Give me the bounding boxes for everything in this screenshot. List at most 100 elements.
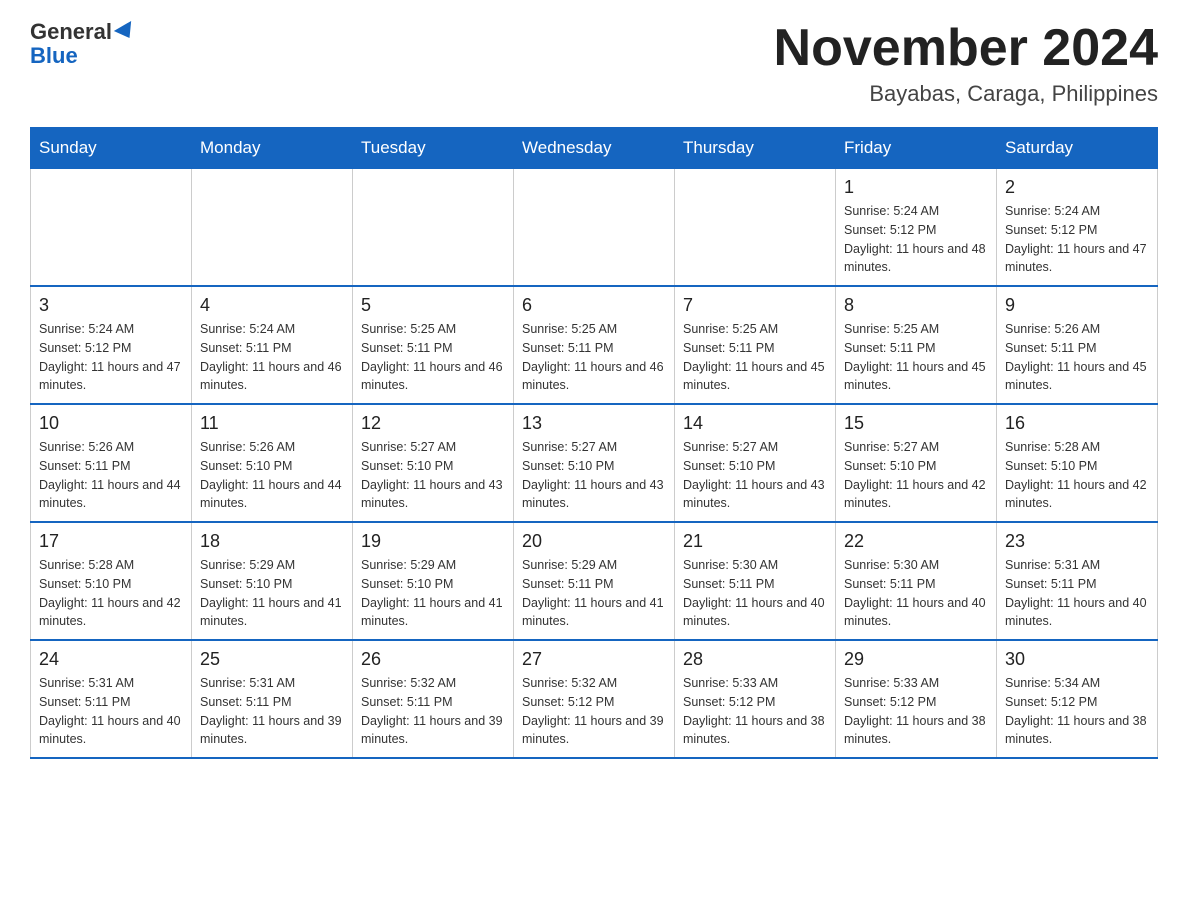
calendar-week-3: 10 Sunrise: 5:26 AM Sunset: 5:11 PM Dayli… — [31, 404, 1158, 522]
day-info: Sunrise: 5:26 AM Sunset: 5:11 PM Dayligh… — [1005, 320, 1149, 395]
logo: General Blue — [30, 20, 136, 68]
day-info: Sunrise: 5:31 AM Sunset: 5:11 PM Dayligh… — [1005, 556, 1149, 631]
calendar-cell: 19 Sunrise: 5:29 AM Sunset: 5:10 PM Dayli… — [353, 522, 514, 640]
calendar-cell: 6Sunrise: 5:25 AM Sunset: 5:11 PM Daylig… — [514, 286, 675, 404]
calendar-cell: 3Sunrise: 5:24 AM Sunset: 5:12 PM Daylig… — [31, 286, 192, 404]
calendar-cell: 26 Sunrise: 5:32 AM Sunset: 5:11 PM Dayli… — [353, 640, 514, 758]
weekday-thursday: Thursday — [675, 128, 836, 169]
calendar-cell: 18 Sunrise: 5:29 AM Sunset: 5:10 PM Dayli… — [192, 522, 353, 640]
day-number: 23 — [1005, 531, 1149, 552]
day-info: Sunrise: 5:29 AM Sunset: 5:11 PM Dayligh… — [522, 556, 666, 631]
logo-blue-text: Blue — [30, 44, 136, 68]
location-text: Bayabas, Caraga, Philippines — [774, 81, 1158, 107]
day-info: Sunrise: 5:29 AM Sunset: 5:10 PM Dayligh… — [361, 556, 505, 631]
calendar-week-2: 3Sunrise: 5:24 AM Sunset: 5:12 PM Daylig… — [31, 286, 1158, 404]
day-info: Sunrise: 5:30 AM Sunset: 5:11 PM Dayligh… — [683, 556, 827, 631]
calendar-cell: 23 Sunrise: 5:31 AM Sunset: 5:11 PM Dayli… — [997, 522, 1158, 640]
calendar-cell: 8Sunrise: 5:25 AM Sunset: 5:11 PM Daylig… — [836, 286, 997, 404]
day-number: 15 — [844, 413, 988, 434]
calendar-cell: 7Sunrise: 5:25 AM Sunset: 5:11 PM Daylig… — [675, 286, 836, 404]
weekday-wednesday: Wednesday — [514, 128, 675, 169]
day-info: Sunrise: 5:30 AM Sunset: 5:11 PM Dayligh… — [844, 556, 988, 631]
day-info: Sunrise: 5:28 AM Sunset: 5:10 PM Dayligh… — [39, 556, 183, 631]
day-number: 18 — [200, 531, 344, 552]
day-number: 16 — [1005, 413, 1149, 434]
calendar-cell: 21Sunrise: 5:30 AM Sunset: 5:11 PM Dayli… — [675, 522, 836, 640]
logo-general-text: General — [30, 20, 112, 44]
title-section: November 2024 Bayabas, Caraga, Philippin… — [774, 20, 1158, 107]
calendar-cell: 9 Sunrise: 5:26 AM Sunset: 5:11 PM Daylig… — [997, 286, 1158, 404]
day-info: Sunrise: 5:25 AM Sunset: 5:11 PM Dayligh… — [361, 320, 505, 395]
day-info: Sunrise: 5:28 AM Sunset: 5:10 PM Dayligh… — [1005, 438, 1149, 513]
calendar-cell — [675, 169, 836, 287]
day-number: 5 — [361, 295, 505, 316]
calendar-cell: 24 Sunrise: 5:31 AM Sunset: 5:11 PM Dayli… — [31, 640, 192, 758]
day-info: Sunrise: 5:26 AM Sunset: 5:10 PM Dayligh… — [200, 438, 344, 513]
calendar-cell: 30 Sunrise: 5:34 AM Sunset: 5:12 PM Dayli… — [997, 640, 1158, 758]
day-number: 17 — [39, 531, 183, 552]
calendar-cell: 28 Sunrise: 5:33 AM Sunset: 5:12 PM Dayli… — [675, 640, 836, 758]
day-number: 19 — [361, 531, 505, 552]
calendar-cell: 17 Sunrise: 5:28 AM Sunset: 5:10 PM Dayli… — [31, 522, 192, 640]
weekday-friday: Friday — [836, 128, 997, 169]
day-number: 26 — [361, 649, 505, 670]
calendar-cell: 27Sunrise: 5:32 AM Sunset: 5:12 PM Dayli… — [514, 640, 675, 758]
day-info: Sunrise: 5:24 AM Sunset: 5:12 PM Dayligh… — [1005, 202, 1149, 277]
day-info: Sunrise: 5:27 AM Sunset: 5:10 PM Dayligh… — [844, 438, 988, 513]
day-number: 2 — [1005, 177, 1149, 198]
day-number: 1 — [844, 177, 988, 198]
weekday-tuesday: Tuesday — [353, 128, 514, 169]
day-number: 4 — [200, 295, 344, 316]
day-info: Sunrise: 5:32 AM Sunset: 5:11 PM Dayligh… — [361, 674, 505, 749]
calendar-table: SundayMondayTuesdayWednesdayThursdayFrid… — [30, 127, 1158, 759]
calendar-cell: 25 Sunrise: 5:31 AM Sunset: 5:11 PM Dayli… — [192, 640, 353, 758]
logo-triangle-icon — [114, 21, 138, 43]
month-title: November 2024 — [774, 20, 1158, 77]
day-number: 9 — [1005, 295, 1149, 316]
day-info: Sunrise: 5:31 AM Sunset: 5:11 PM Dayligh… — [200, 674, 344, 749]
page-header: General Blue November 2024 Bayabas, Cara… — [30, 20, 1158, 107]
day-number: 6 — [522, 295, 666, 316]
calendar-week-4: 17 Sunrise: 5:28 AM Sunset: 5:10 PM Dayli… — [31, 522, 1158, 640]
day-number: 29 — [844, 649, 988, 670]
calendar-cell: 16 Sunrise: 5:28 AM Sunset: 5:10 PM Dayli… — [997, 404, 1158, 522]
calendar-body: 1 Sunrise: 5:24 AM Sunset: 5:12 PM Daylig… — [31, 169, 1158, 759]
calendar-cell — [514, 169, 675, 287]
calendar-cell: 5 Sunrise: 5:25 AM Sunset: 5:11 PM Daylig… — [353, 286, 514, 404]
day-number: 20 — [522, 531, 666, 552]
weekday-sunday: Sunday — [31, 128, 192, 169]
calendar-week-1: 1 Sunrise: 5:24 AM Sunset: 5:12 PM Daylig… — [31, 169, 1158, 287]
calendar-cell — [192, 169, 353, 287]
calendar-cell: 20 Sunrise: 5:29 AM Sunset: 5:11 PM Dayli… — [514, 522, 675, 640]
day-info: Sunrise: 5:25 AM Sunset: 5:11 PM Dayligh… — [844, 320, 988, 395]
calendar-cell: 2 Sunrise: 5:24 AM Sunset: 5:12 PM Daylig… — [997, 169, 1158, 287]
calendar-cell: 4 Sunrise: 5:24 AM Sunset: 5:11 PM Daylig… — [192, 286, 353, 404]
day-info: Sunrise: 5:33 AM Sunset: 5:12 PM Dayligh… — [844, 674, 988, 749]
calendar-header: SundayMondayTuesdayWednesdayThursdayFrid… — [31, 128, 1158, 169]
calendar-cell: 15 Sunrise: 5:27 AM Sunset: 5:10 PM Dayli… — [836, 404, 997, 522]
day-number: 28 — [683, 649, 827, 670]
day-info: Sunrise: 5:29 AM Sunset: 5:10 PM Dayligh… — [200, 556, 344, 631]
day-info: Sunrise: 5:24 AM Sunset: 5:11 PM Dayligh… — [200, 320, 344, 395]
calendar-cell — [31, 169, 192, 287]
day-number: 24 — [39, 649, 183, 670]
day-info: Sunrise: 5:27 AM Sunset: 5:10 PM Dayligh… — [522, 438, 666, 513]
day-info: Sunrise: 5:31 AM Sunset: 5:11 PM Dayligh… — [39, 674, 183, 749]
day-number: 14 — [683, 413, 827, 434]
day-info: Sunrise: 5:26 AM Sunset: 5:11 PM Dayligh… — [39, 438, 183, 513]
calendar-cell: 11Sunrise: 5:26 AM Sunset: 5:10 PM Dayli… — [192, 404, 353, 522]
day-info: Sunrise: 5:27 AM Sunset: 5:10 PM Dayligh… — [683, 438, 827, 513]
day-number: 30 — [1005, 649, 1149, 670]
calendar-cell: 12Sunrise: 5:27 AM Sunset: 5:10 PM Dayli… — [353, 404, 514, 522]
calendar-cell: 1Sunrise: 5:24 AM Sunset: 5:12 PM Daylig… — [836, 169, 997, 287]
day-info: Sunrise: 5:33 AM Sunset: 5:12 PM Dayligh… — [683, 674, 827, 749]
weekday-header-row: SundayMondayTuesdayWednesdayThursdayFrid… — [31, 128, 1158, 169]
day-number: 10 — [39, 413, 183, 434]
day-number: 27 — [522, 649, 666, 670]
day-number: 25 — [200, 649, 344, 670]
calendar-cell — [353, 169, 514, 287]
day-info: Sunrise: 5:34 AM Sunset: 5:12 PM Dayligh… — [1005, 674, 1149, 749]
calendar-week-5: 24 Sunrise: 5:31 AM Sunset: 5:11 PM Dayli… — [31, 640, 1158, 758]
day-number: 13 — [522, 413, 666, 434]
day-info: Sunrise: 5:25 AM Sunset: 5:11 PM Dayligh… — [683, 320, 827, 395]
